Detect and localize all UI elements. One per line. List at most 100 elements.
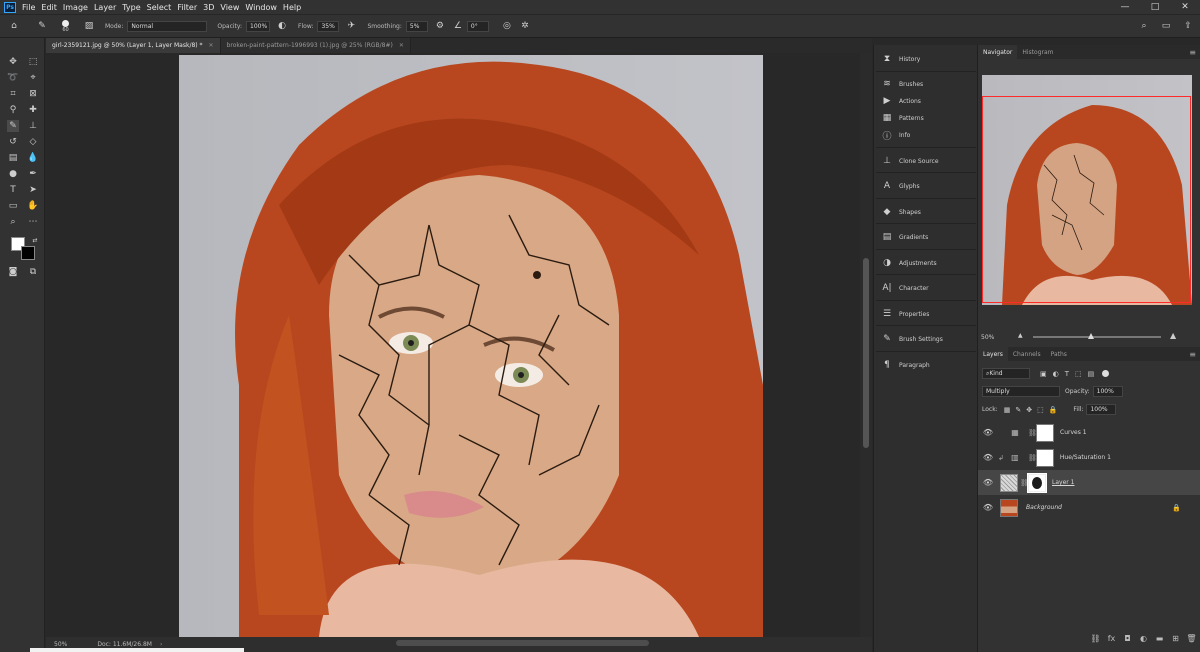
dock-brush-settings[interactable]: ✎ Brush Settings bbox=[876, 329, 976, 349]
menu-file[interactable]: File bbox=[22, 3, 35, 12]
dock-shapes[interactable]: ◆ Shapes bbox=[876, 202, 976, 222]
symmetry-icon[interactable]: ✲ bbox=[519, 20, 531, 32]
filter-type-icon[interactable]: T bbox=[1065, 370, 1069, 378]
lock-position-icon[interactable]: ✥ bbox=[1026, 406, 1032, 414]
new-group-icon[interactable]: ▬ bbox=[1153, 634, 1166, 643]
menu-edit[interactable]: Edit bbox=[41, 3, 57, 12]
search-icon[interactable]: ⌕ bbox=[1138, 20, 1150, 32]
layer-fill-field[interactable]: 100% bbox=[1086, 404, 1117, 415]
clone-stamp-tool-icon[interactable]: ⊥ bbox=[27, 120, 39, 132]
tab-girl-document[interactable]: girl-2359121.jpg @ 50% (Layer 1, Layer M… bbox=[46, 38, 221, 53]
frame-tool-icon[interactable]: ⊠ bbox=[27, 88, 39, 100]
delete-layer-icon[interactable]: 🗑 bbox=[1185, 634, 1198, 643]
healing-brush-tool-icon[interactable]: ✚ bbox=[27, 104, 39, 116]
zoom-tool-icon[interactable]: ⌕ bbox=[7, 216, 19, 228]
menu-view[interactable]: View bbox=[220, 3, 239, 12]
more-tools-icon[interactable]: ⋯ bbox=[27, 216, 39, 228]
blend-mode-select[interactable]: Multiply bbox=[982, 386, 1060, 397]
tab-layers[interactable]: Layers bbox=[978, 347, 1008, 361]
layer-mask-thumbnail[interactable] bbox=[1036, 423, 1054, 442]
zoom-slider[interactable] bbox=[1033, 333, 1161, 339]
navigator-zoom-value[interactable]: 50% bbox=[981, 334, 994, 341]
filter-pixel-icon[interactable]: ▣ bbox=[1040, 370, 1047, 378]
workspace-icon[interactable]: ▭ bbox=[1160, 20, 1172, 32]
path-select-tool-icon[interactable]: ➤ bbox=[27, 184, 39, 196]
dock-clone-source[interactable]: ⊥ Clone Source bbox=[876, 151, 976, 171]
hand-tool-icon[interactable]: ✋ bbox=[27, 200, 39, 212]
type-tool-icon[interactable]: T bbox=[7, 184, 19, 196]
zoom-slider-knob[interactable] bbox=[1088, 333, 1094, 339]
visibility-eye-icon[interactable]: 👁 bbox=[982, 478, 994, 487]
share-icon[interactable]: ⇪ bbox=[1182, 20, 1194, 32]
layer-name[interactable]: Background bbox=[1026, 504, 1062, 511]
panel-menu-icon[interactable]: ≡ bbox=[1189, 350, 1196, 359]
visibility-eye-icon[interactable]: 👁 bbox=[982, 503, 994, 512]
brush-tool-icon[interactable]: ✎ bbox=[7, 120, 19, 132]
brush-settings-toggle-icon[interactable]: ▨ bbox=[83, 20, 95, 32]
pressure-opacity-icon[interactable]: ◐ bbox=[276, 20, 288, 32]
airbrush-icon[interactable]: ✈ bbox=[345, 20, 357, 32]
dock-adjustments[interactable]: ◑ Adjustments bbox=[876, 253, 976, 273]
layer-row-background[interactable]: 👁 Background 🔒 bbox=[978, 495, 1200, 520]
new-adjustment-icon[interactable]: ◐ bbox=[1137, 634, 1150, 643]
quick-mask-icon[interactable]: ◙ bbox=[7, 266, 19, 278]
crop-tool-icon[interactable]: ⌗ bbox=[7, 88, 19, 100]
lock-artboard-icon[interactable]: ⬚ bbox=[1037, 406, 1044, 414]
menu-3d[interactable]: 3D bbox=[203, 3, 214, 12]
background-layer-thumbnail[interactable] bbox=[1000, 498, 1018, 517]
home-icon[interactable]: ⌂ bbox=[8, 20, 20, 32]
brush-preset-picker[interactable]: 60 bbox=[62, 19, 69, 33]
menu-type[interactable]: Type bbox=[122, 3, 140, 12]
flow-field[interactable]: 35% bbox=[317, 20, 340, 32]
lasso-tool-icon[interactable]: ➰ bbox=[7, 72, 19, 84]
maximize-button[interactable]: □ bbox=[1140, 0, 1170, 14]
filter-adjustment-icon[interactable]: ◐ bbox=[1053, 370, 1059, 378]
dock-character[interactable]: A| Character bbox=[876, 278, 976, 298]
dock-info[interactable]: ⓘ Info bbox=[876, 125, 976, 145]
rectangle-tool-icon[interactable]: ▭ bbox=[7, 200, 19, 212]
marquee-tool-icon[interactable]: ⬚ bbox=[27, 56, 39, 68]
opacity-field[interactable]: 100% bbox=[246, 20, 271, 32]
navigator-preview[interactable] bbox=[982, 75, 1192, 305]
tab-paths[interactable]: Paths bbox=[1046, 347, 1072, 361]
lock-all-icon[interactable]: 🔒 bbox=[1049, 406, 1058, 414]
layer-row-curves[interactable]: 👁 ▦ ⛓ Curves 1 bbox=[978, 420, 1200, 445]
new-layer-icon[interactable]: ⊞ bbox=[1169, 634, 1182, 643]
add-mask-icon[interactable]: ◘ bbox=[1121, 634, 1134, 643]
angle-field[interactable]: 0° bbox=[466, 20, 489, 32]
layer-name[interactable]: Hue/Saturation 1 bbox=[1060, 454, 1111, 461]
visibility-eye-icon[interactable]: 👁 bbox=[982, 428, 994, 437]
menu-filter[interactable]: Filter bbox=[177, 3, 197, 12]
lock-image-icon[interactable]: ✎ bbox=[1015, 406, 1021, 414]
chevron-right-icon[interactable]: › bbox=[160, 641, 162, 648]
dock-gradients[interactable]: ▤ Gradients bbox=[876, 227, 976, 247]
lock-transparent-icon[interactable]: ▦ bbox=[1004, 406, 1011, 414]
lock-icon[interactable]: 🔒 bbox=[1172, 504, 1181, 512]
horizontal-scrollbar[interactable] bbox=[396, 640, 649, 646]
tab-broken-paint-document[interactable]: broken-paint-pattern-1996993 (1).jpg @ 2… bbox=[220, 38, 411, 53]
doc-size[interactable]: Doc: 11.6M/26.8M bbox=[97, 641, 152, 648]
eyedropper-tool-icon[interactable]: ⚲ bbox=[7, 104, 19, 116]
menu-image[interactable]: Image bbox=[63, 3, 88, 12]
scroll-thumb[interactable] bbox=[863, 258, 869, 448]
filter-kind-select[interactable]: ⌕ Kind bbox=[982, 368, 1030, 379]
link-icon[interactable]: ⛓ bbox=[1028, 429, 1037, 437]
filter-toggle-icon[interactable] bbox=[1102, 370, 1110, 377]
layer-mask-thumbnail[interactable] bbox=[1035, 448, 1054, 467]
swap-colors-icon[interactable]: ⇄ bbox=[29, 234, 41, 246]
vertical-scrollbar[interactable] bbox=[860, 53, 872, 637]
document-canvas-image[interactable] bbox=[179, 55, 763, 637]
menu-window[interactable]: Window bbox=[245, 3, 277, 12]
zoom-level[interactable]: 50% bbox=[54, 641, 67, 648]
tab-histogram[interactable]: Histogram bbox=[1017, 45, 1058, 59]
close-button[interactable]: ✕ bbox=[1170, 0, 1200, 14]
visibility-eye-icon[interactable]: 👁 bbox=[982, 453, 994, 462]
layer-row-layer-1[interactable]: 👁 ⛓ Layer 1 bbox=[978, 470, 1200, 495]
quick-select-tool-icon[interactable]: ⌖ bbox=[27, 72, 39, 84]
minimize-button[interactable]: — bbox=[1110, 0, 1140, 14]
fx-icon[interactable]: fx bbox=[1105, 634, 1118, 643]
mode-select[interactable]: Normal bbox=[127, 20, 208, 32]
layer-opacity-field[interactable]: 100% bbox=[1092, 386, 1123, 397]
tab-navigator[interactable]: Navigator bbox=[978, 45, 1018, 59]
filter-smart-object-icon[interactable]: ▤ bbox=[1088, 370, 1095, 378]
